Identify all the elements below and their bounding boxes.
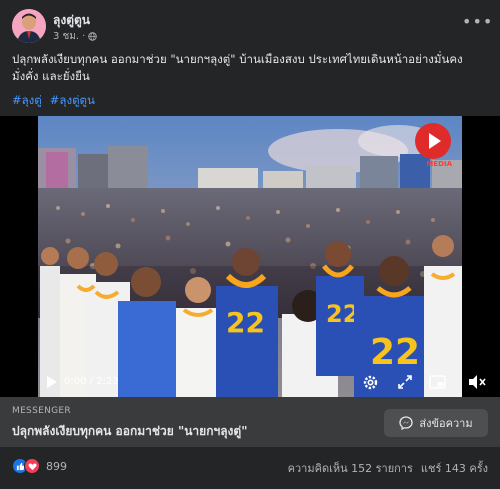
picture-in-picture-icon[interactable] [429,374,446,390]
video-player[interactable]: 22 22 22 MEDIA 0:00 / 2:23 [0,116,500,397]
cta-source: MESSENGER [12,406,71,416]
send-message-label: ส่งข้อความ [419,417,473,430]
play-icon[interactable] [46,375,58,389]
hashtags: #ลุงตู่ #ลุงตู่ตูน [12,92,95,110]
video-time: 0:00 / 2:23 [64,376,119,387]
engagement-stats: ความคิดเห็น 152 รายการ แชร์ 143 ครั้ง [288,459,488,477]
facebook-post: ลุงตู่ตูน 3 ชม. · ••• ปลุกพลังเงียบทุกคน… [0,0,500,489]
comments-count-link[interactable]: ความคิดเห็น 152 รายการ [288,459,413,477]
hashtag-link[interactable]: #ลุงตู่ตูน [50,92,95,110]
shirt-number-text: 22 [370,332,420,373]
video-controls: 0:00 / 2:23 [38,368,462,397]
reaction-count: 899 [46,459,67,473]
hashtag-link[interactable]: #ลุงตู่ [12,92,42,110]
author-name[interactable]: ลุงตู่ตูน [53,11,90,30]
rally-crowd-image: 22 22 22 [38,116,462,397]
more-horizontal-icon: ••• [462,12,494,31]
media-badge-label: MEDIA [426,160,452,168]
send-message-button[interactable]: ส่งข้อความ [384,409,488,437]
post-header: ลุงตู่ตูน 3 ชม. · ••• [12,9,492,45]
more-options-button[interactable]: ••• [462,13,492,35]
cta-title: ปลุกพลังเงียบทุกคน ออกมาช่วย "นายกฯลุงตู… [12,424,248,438]
shares-count-link[interactable]: แชร์ 143 ครั้ง [421,459,488,477]
post-caption: ปลุกพลังเงียบทุกคน ออกมาช่วย "นายกฯลุงตู… [12,52,463,83]
messenger-cta-bar[interactable]: MESSENGER ปลุกพลังเงียบทุกคน ออกมาช่วย "… [0,397,500,447]
meta-separator: · [82,31,86,42]
shirt-number-text: 22 [226,306,265,339]
messenger-icon [399,416,414,430]
reactions-summary[interactable]: 899 [12,458,67,474]
settings-icon[interactable] [362,374,379,391]
post-footer: 899 ความคิดเห็น 152 รายการ แชร์ 143 ครั้… [12,457,488,477]
volume-muted-icon[interactable] [468,374,486,390]
fullscreen-icon[interactable] [397,374,413,390]
post-time[interactable]: 3 ชม. [53,29,79,44]
avatar[interactable] [12,9,46,43]
love-reaction-icon [24,458,40,474]
media-logo-icon [415,123,451,159]
video-frame[interactable]: 22 22 22 MEDIA [38,116,462,397]
post-meta: 3 ชม. · [53,29,98,44]
globe-icon [88,32,98,41]
